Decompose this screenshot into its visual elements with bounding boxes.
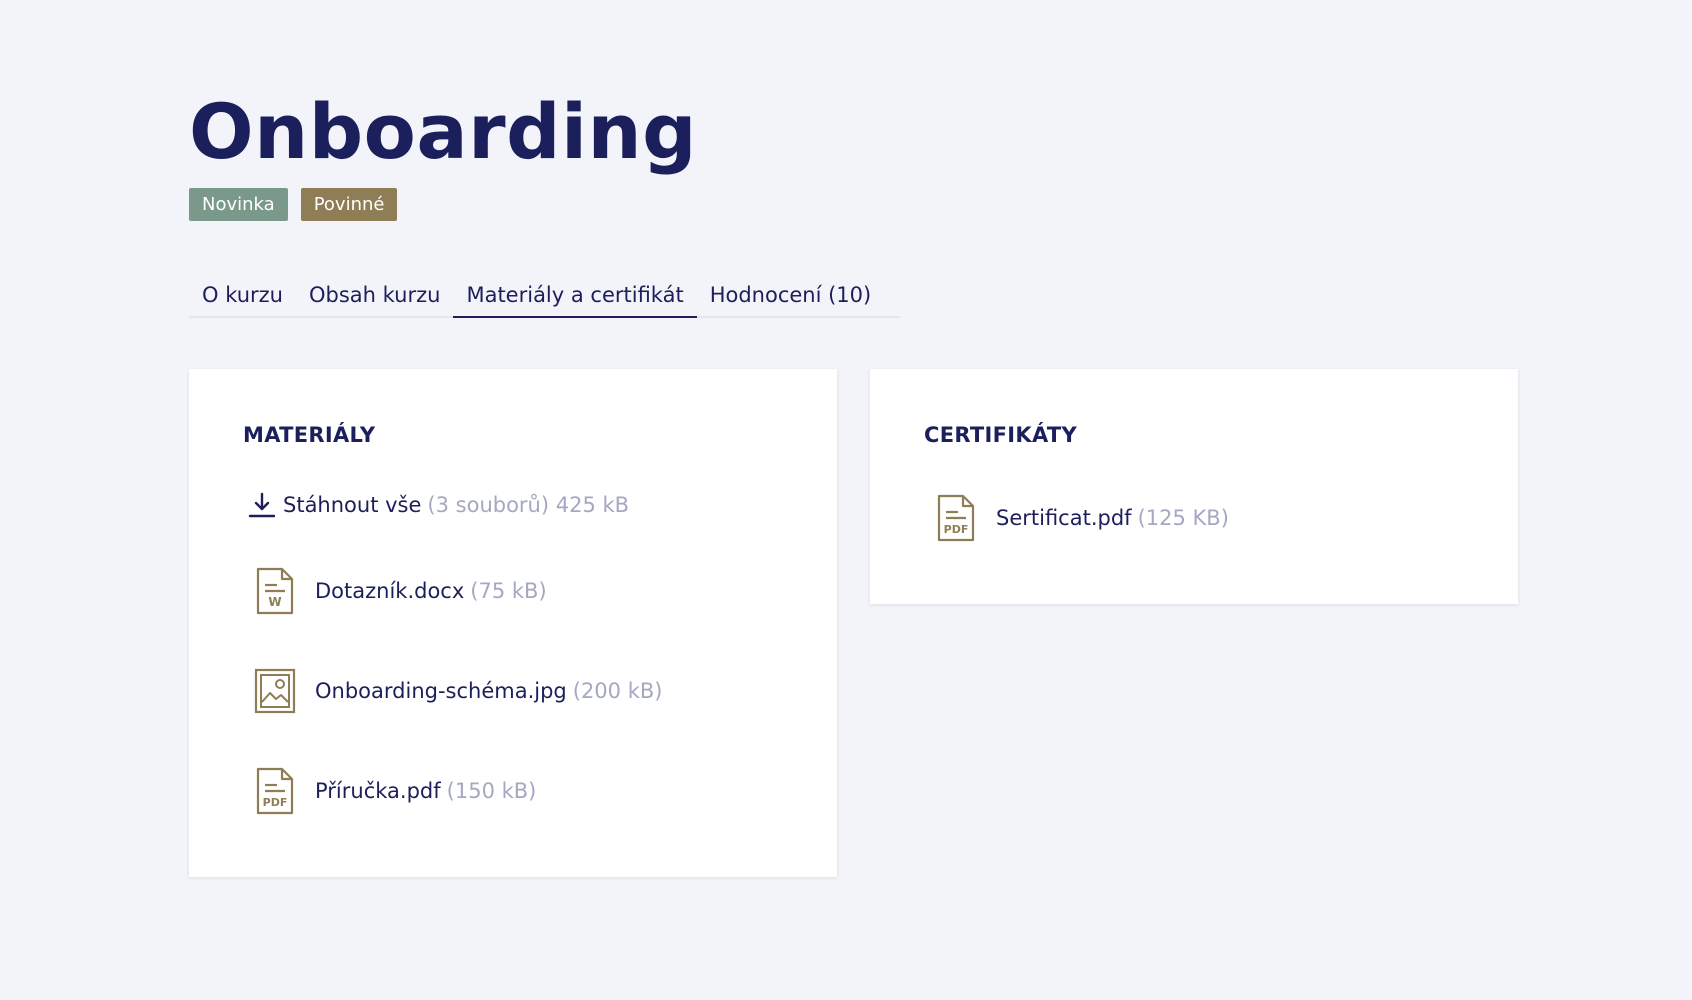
svg-text:PDF: PDF xyxy=(263,796,288,809)
download-all-link[interactable]: Stáhnout vše (3 souborů) 425 kB xyxy=(247,487,629,523)
material-file-jpg[interactable]: Onboarding-schéma.jpg (200 kB) xyxy=(253,664,662,718)
file-size: (200 kB) xyxy=(572,679,663,703)
svg-text:PDF: PDF xyxy=(944,523,969,536)
file-name: Dotazník.docx xyxy=(315,579,465,603)
file-size: (125 KB) xyxy=(1137,506,1229,530)
certificates-card: CERTIFIKÁTY PDF Sertificat.pdf (125 KB) xyxy=(870,369,1518,604)
pdf-file-icon: PDF xyxy=(253,766,297,816)
tab-about-course[interactable]: O kurzu xyxy=(189,270,296,316)
tab-course-content[interactable]: Obsah kurzu xyxy=(296,270,453,316)
tab-materials-certificate[interactable]: Materiály a certifikát xyxy=(453,270,697,318)
material-file-pdf[interactable]: PDF Příručka.pdf (150 kB) xyxy=(253,764,536,818)
badge-group: Novinka Povinné xyxy=(189,188,398,221)
file-name: Příručka.pdf xyxy=(315,779,441,803)
page-title: Onboarding xyxy=(189,87,698,176)
svg-text:W: W xyxy=(268,595,281,609)
materials-card: MATERIÁLY Stáhnout vše (3 souborů) 425 k… xyxy=(189,369,837,877)
download-all-meta: (3 souborů) 425 kB xyxy=(427,493,630,517)
file-size: (150 kB) xyxy=(446,779,537,803)
file-size: (75 kB) xyxy=(470,579,547,603)
materials-heading: MATERIÁLY xyxy=(243,423,376,447)
tab-ratings[interactable]: Hodnocení (10) xyxy=(697,270,885,316)
download-all-label: Stáhnout vše xyxy=(283,493,422,517)
badge-mandatory: Povinné xyxy=(300,188,398,221)
download-icon xyxy=(247,490,277,520)
course-tabs: O kurzu Obsah kurzu Materiály a certifik… xyxy=(189,270,900,318)
image-file-icon xyxy=(253,666,297,716)
certificates-heading: CERTIFIKÁTY xyxy=(924,423,1078,447)
certificate-file-pdf[interactable]: PDF Sertificat.pdf (125 KB) xyxy=(934,491,1229,545)
file-name: Sertificat.pdf xyxy=(996,506,1132,530)
badge-new: Novinka xyxy=(189,188,288,221)
pdf-file-icon: PDF xyxy=(934,493,978,543)
file-name: Onboarding-schéma.jpg xyxy=(315,679,567,703)
word-document-icon: W xyxy=(253,566,297,616)
material-file-docx[interactable]: W Dotazník.docx (75 kB) xyxy=(253,564,547,618)
